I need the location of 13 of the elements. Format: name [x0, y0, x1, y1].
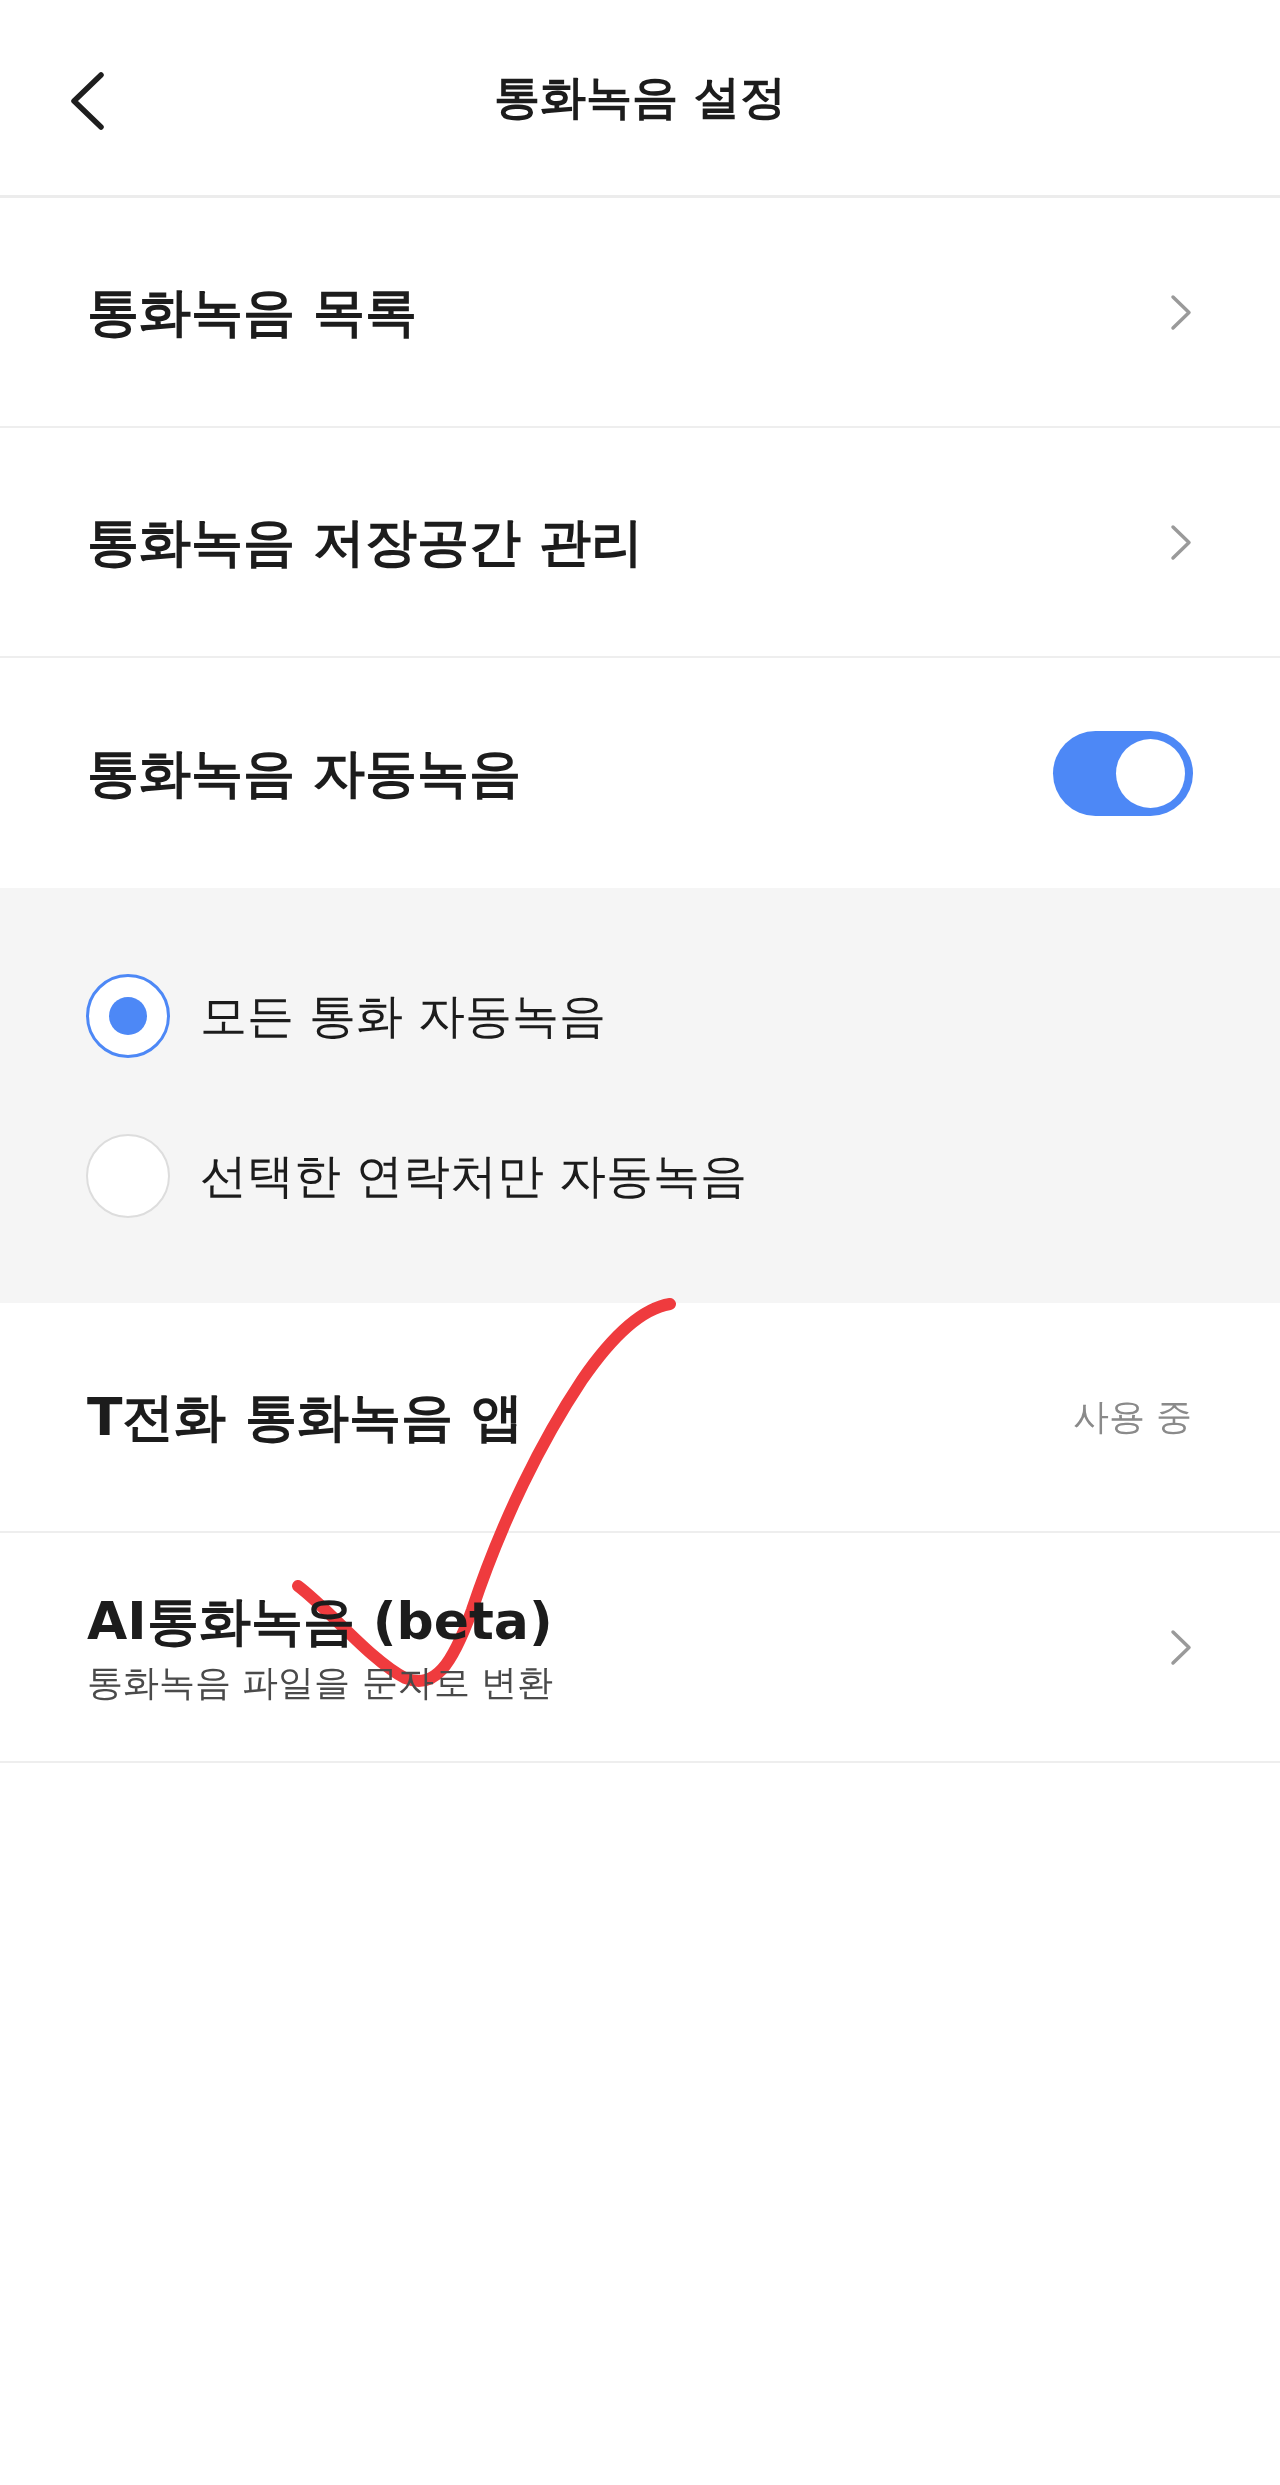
menu-item[interactable]: 통화녹음 목록 — [87, 280, 418, 344]
setting-label: 통화녹음 자동녹음 — [87, 741, 522, 805]
page-title: 통화녹음 설정 — [494, 69, 786, 126]
chevron-right-icon — [1170, 1628, 1192, 1666]
menu-item-description: 통화녹음 파일을 문자로 변환 — [87, 1660, 554, 1704]
option-label[interactable]: 선택한 연락처만 자동녹음 — [200, 1147, 747, 1205]
chevron-right-icon — [1170, 523, 1192, 561]
status-text: 사용 중 — [1072, 1394, 1192, 1439]
chevron-right-icon — [1170, 293, 1192, 331]
option-label[interactable]: 모든 통화 자동녹음 — [200, 987, 606, 1045]
menu-item[interactable]: T전화 통화녹음 앱 — [87, 1385, 523, 1449]
back-icon — [69, 72, 105, 130]
menu-item[interactable]: 통화녹음 저장공간 관리 — [87, 510, 644, 574]
